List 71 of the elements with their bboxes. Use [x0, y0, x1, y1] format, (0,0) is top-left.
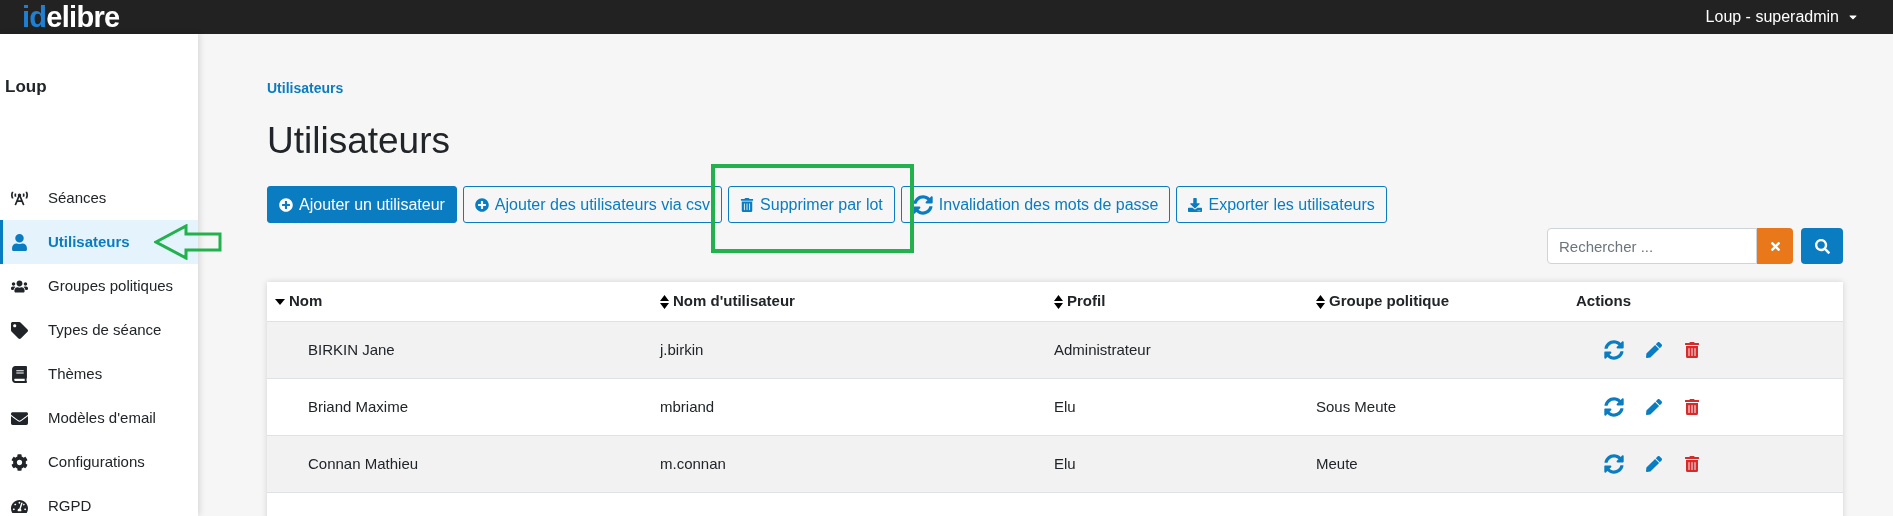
breadcrumb-link[interactable]: Utilisateurs: [267, 78, 1843, 98]
sidebar-item[interactable]: Séances: [0, 176, 198, 220]
sort-icon: [1316, 294, 1325, 309]
sort-down-icon: [275, 298, 285, 305]
sync-icon: [1604, 340, 1624, 360]
column-header[interactable]: Profil: [1054, 290, 1106, 313]
sidebar-item[interactable]: RGPD: [0, 484, 198, 516]
table-cell-text: BIRKIN Jane: [308, 339, 395, 360]
toolbar-button[interactable]: Ajouter un utilisateur: [267, 186, 457, 223]
reset-password-button[interactable]: [1604, 454, 1624, 474]
table-cell-text: Elu: [1054, 396, 1076, 417]
download-icon: [1188, 197, 1203, 212]
sidebar-title: Loup: [4, 76, 48, 96]
sidebar-item[interactable]: Modèles d'email: [0, 396, 198, 440]
sort-icon: [1054, 294, 1063, 309]
edit-button[interactable]: [1646, 399, 1662, 415]
delete-button[interactable]: [1684, 399, 1700, 415]
table-cell-text: Meute: [1316, 453, 1358, 474]
edit-icon: [1646, 342, 1662, 358]
tag-icon: [11, 321, 28, 339]
edit-button[interactable]: [1646, 342, 1662, 358]
search-button[interactable]: [1801, 228, 1843, 264]
edit-icon: [1646, 456, 1662, 472]
close-icon: [1768, 239, 1782, 253]
broadcast-icon: [11, 189, 28, 207]
sidebar-item[interactable]: Utilisateurs: [0, 220, 198, 264]
search-icon: [1814, 238, 1830, 254]
edit-button[interactable]: [1646, 456, 1662, 472]
column-header[interactable]: Groupe politique: [1316, 290, 1449, 313]
table-cell-text: Elu: [1054, 453, 1076, 474]
column-header: Actions: [1578, 291, 1631, 312]
gauge-icon: [11, 497, 28, 515]
clear-button[interactable]: [1757, 228, 1793, 264]
settings-icon: [11, 453, 28, 471]
user-icon: [11, 233, 28, 251]
table-cell-text: j.birkin: [660, 339, 704, 360]
toolbar-button[interactable]: Exporter les utilisateurs: [1176, 186, 1387, 223]
edit-icon: [1646, 399, 1662, 415]
table-cell-text: mbriand: [660, 396, 715, 417]
sidebar-item[interactable]: Types de séance: [0, 308, 198, 352]
sort-icon: [660, 294, 669, 309]
toolbar-button[interactable]: Ajouter des utilisateurs via csv: [462, 186, 723, 223]
reset-password-button[interactable]: [1604, 340, 1624, 360]
delete-button[interactable]: [1684, 456, 1700, 472]
column-header[interactable]: Nom d'utilisateur: [660, 290, 795, 313]
delete-button[interactable]: [1684, 342, 1700, 358]
trash-icon: [1684, 342, 1700, 358]
sync-icon: [1604, 397, 1624, 417]
toolbar-button[interactable]: Invalidation des mots de passe: [900, 186, 1171, 223]
toolbar-button[interactable]: Supprimer par lot: [728, 186, 895, 223]
table-cell-text: Connan Mathieu: [308, 453, 419, 474]
sync-icon: [912, 194, 933, 215]
page-title: Utilisateurs: [267, 119, 451, 163]
envelope-icon: [11, 409, 28, 427]
sync-icon: [1604, 454, 1624, 474]
book-icon: [11, 365, 28, 383]
trash-icon: [1684, 399, 1700, 415]
reset-password-button[interactable]: [1604, 397, 1624, 417]
sidebar-item[interactable]: Groupes politiques: [0, 264, 198, 308]
search-field[interactable]: Rechercher ...: [1547, 228, 1757, 264]
logo[interactable]: idelibre: [22, 2, 120, 32]
column-header[interactable]: Nom: [275, 290, 323, 313]
trash-icon: [740, 197, 755, 212]
table-cell-text: m.connan: [660, 453, 726, 474]
user-menu[interactable]: Loup - superadmin: [1705, 5, 1859, 29]
table-cell-text: Administrateur: [1054, 339, 1151, 360]
table-cell-text: Briand Maxime: [308, 396, 409, 417]
table-cell-text: Sous Meute: [1316, 396, 1397, 417]
sidebar-item[interactable]: Configurations: [0, 440, 198, 484]
sidebar-item[interactable]: Thèmes: [0, 352, 198, 396]
trash-icon: [1684, 456, 1700, 472]
